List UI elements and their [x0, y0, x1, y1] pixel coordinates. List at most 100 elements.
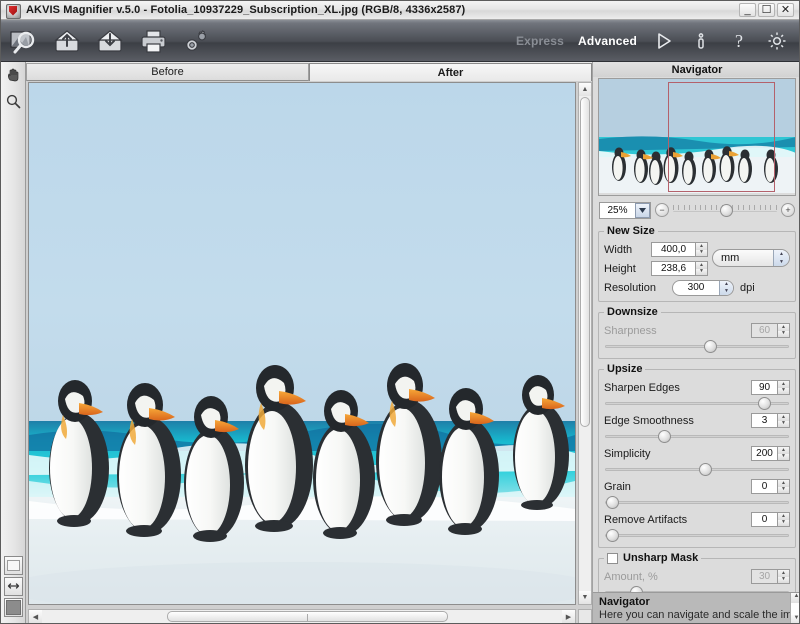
- resolution-unit: dpi: [740, 282, 755, 294]
- tab-after[interactable]: After: [309, 63, 592, 81]
- simplicity-stepper[interactable]: 200 ▲▼: [751, 446, 790, 461]
- run-icon[interactable]: [651, 29, 675, 53]
- close-button[interactable]: ✕: [777, 3, 794, 17]
- edge-smoothness-label: Edge Smoothness: [604, 415, 751, 427]
- hint-title: Navigator: [593, 593, 800, 608]
- zoom-slider-thumb[interactable]: [720, 204, 733, 217]
- width-stepper[interactable]: 400,0 ▲▼: [651, 242, 708, 257]
- swap-colors-icon[interactable]: [4, 577, 23, 596]
- svg-text:?: ?: [735, 31, 743, 51]
- sharpen-edges-value[interactable]: 90: [751, 380, 778, 395]
- scrollbar-corner: [578, 609, 592, 624]
- width-label: Width: [604, 244, 651, 256]
- hint-text: Here you can navigate and scale the imag…: [593, 608, 800, 621]
- remove-artifacts-slider[interactable]: [604, 529, 790, 542]
- canvas-vertical-scrollbar[interactable]: ▲ ▼: [578, 82, 592, 605]
- zoom-tool-icon[interactable]: [1, 88, 26, 114]
- magnifier-logo-icon[interactable]: [9, 26, 39, 56]
- hint-scroll-down-arrow[interactable]: ▼: [791, 615, 800, 624]
- height-row: Height 238,6 ▲▼: [604, 260, 708, 277]
- grain-stepper[interactable]: 0 ▲▼: [751, 479, 790, 494]
- grain-slider-thumb[interactable]: [606, 496, 619, 509]
- remove-artifacts-value[interactable]: 0: [751, 512, 778, 527]
- chevron-down-icon[interactable]: [635, 203, 650, 218]
- simplicity-slider-thumb[interactable]: [699, 463, 712, 476]
- remove-artifacts-stepper[interactable]: 0 ▲▼: [751, 512, 790, 527]
- unit-value: mm: [713, 252, 773, 264]
- swatch-primary[interactable]: [4, 556, 23, 575]
- sharpness-slider-thumb[interactable]: [704, 340, 717, 353]
- toolbar-right-group: Express Advanced ?: [516, 29, 799, 53]
- edge-smoothness-slider-thumb[interactable]: [658, 430, 671, 443]
- height-stepper[interactable]: 238,6 ▲▼: [651, 261, 708, 276]
- scroll-down-arrow[interactable]: ▼: [579, 591, 591, 604]
- horizontal-scroll-track[interactable]: [42, 610, 562, 623]
- zoom-level-value: 25%: [600, 205, 635, 216]
- zoom-control-row: 25% − +: [599, 199, 795, 221]
- grain-label: Grain: [604, 481, 751, 493]
- sharpen-edges-row: Sharpen Edges 90 ▲▼: [604, 379, 790, 396]
- scroll-left-arrow[interactable]: ◀: [29, 610, 42, 623]
- sharpen-edges-stepper[interactable]: 90 ▲▼: [751, 380, 790, 395]
- scroll-up-arrow[interactable]: ▲: [579, 83, 591, 96]
- save-image-icon[interactable]: [95, 26, 125, 56]
- hint-scroll-thumb[interactable]: [791, 603, 800, 615]
- simplicity-value[interactable]: 200: [751, 446, 778, 461]
- scroll-right-arrow[interactable]: ▶: [562, 610, 575, 623]
- image-canvas[interactable]: [28, 82, 576, 605]
- info-icon[interactable]: [689, 29, 713, 53]
- hand-tool-icon[interactable]: [1, 62, 26, 88]
- print-icon[interactable]: [138, 26, 168, 56]
- zoom-slider[interactable]: [673, 202, 777, 218]
- hint-scrollbar[interactable]: ▲ ▼: [790, 593, 800, 624]
- resolution-stepper[interactable]: 300 ▲▼: [672, 280, 734, 296]
- horizontal-scroll-thumb[interactable]: [167, 611, 448, 622]
- sharpness-stepper[interactable]: 60 ▲▼: [751, 323, 790, 338]
- edge-smoothness-slider[interactable]: [604, 430, 790, 443]
- edge-smoothness-value[interactable]: 3: [751, 413, 778, 428]
- amount-row: Amount, % 30 ▲▼: [604, 568, 790, 585]
- hint-panel: Navigator Here you can navigate and scal…: [593, 592, 800, 624]
- maximize-button[interactable]: ☐: [758, 3, 775, 17]
- preferences-icon[interactable]: [181, 26, 211, 56]
- sharpness-row: Sharpness 60 ▲▼: [604, 322, 790, 339]
- sharpen-edges-label: Sharpen Edges: [604, 382, 751, 394]
- remove-artifacts-label: Remove Artifacts: [604, 514, 751, 526]
- unsharp-mask-label: Unsharp Mask: [623, 552, 698, 564]
- image-view-tabs: Before After: [26, 63, 592, 81]
- resolution-row: Resolution 300 ▲▼ dpi: [604, 279, 790, 296]
- swatch-secondary[interactable]: [4, 598, 23, 617]
- unit-select[interactable]: mm ▲▼: [712, 249, 790, 267]
- image-canvas-area: ▲ ▼ ◀ ▶: [26, 81, 592, 624]
- minimize-button[interactable]: _: [739, 3, 756, 17]
- tab-before[interactable]: Before: [26, 63, 309, 81]
- resolution-value[interactable]: 300: [673, 282, 719, 293]
- hint-scroll-up-arrow[interactable]: ▲: [791, 593, 800, 603]
- sharpness-slider[interactable]: [604, 340, 790, 353]
- simplicity-slider[interactable]: [604, 463, 790, 476]
- settings-gear-icon[interactable]: [765, 29, 789, 53]
- sharpen-edges-slider[interactable]: [604, 397, 790, 410]
- remove-artifacts-slider-thumb[interactable]: [606, 529, 619, 542]
- zoom-level-combobox[interactable]: 25%: [599, 202, 651, 219]
- edge-smoothness-row: Edge Smoothness 3 ▲▼: [604, 412, 790, 429]
- vertical-scroll-thumb[interactable]: [580, 97, 590, 427]
- edge-smoothness-stepper[interactable]: 3 ▲▼: [751, 413, 790, 428]
- navigator-thumbnail[interactable]: [598, 78, 796, 196]
- zoom-in-button[interactable]: +: [781, 203, 795, 217]
- grain-value[interactable]: 0: [751, 479, 778, 494]
- sharpen-edges-slider-thumb[interactable]: [758, 397, 771, 410]
- grain-slider[interactable]: [604, 496, 790, 509]
- unsharp-mask-checkbox[interactable]: [607, 553, 618, 564]
- height-value[interactable]: 238,6: [651, 261, 696, 276]
- amount-stepper[interactable]: 30 ▲▼: [751, 569, 790, 584]
- zoom-out-button[interactable]: −: [655, 203, 669, 217]
- tools-sidebar: [1, 62, 26, 624]
- canvas-horizontal-scrollbar[interactable]: ◀ ▶: [28, 609, 576, 624]
- help-icon[interactable]: ?: [727, 29, 751, 53]
- open-image-icon[interactable]: [52, 26, 82, 56]
- width-value[interactable]: 400,0: [651, 242, 696, 257]
- width-row: Width 400,0 ▲▼: [604, 241, 708, 258]
- tab-advanced[interactable]: Advanced: [578, 34, 637, 48]
- tab-express[interactable]: Express: [516, 34, 564, 48]
